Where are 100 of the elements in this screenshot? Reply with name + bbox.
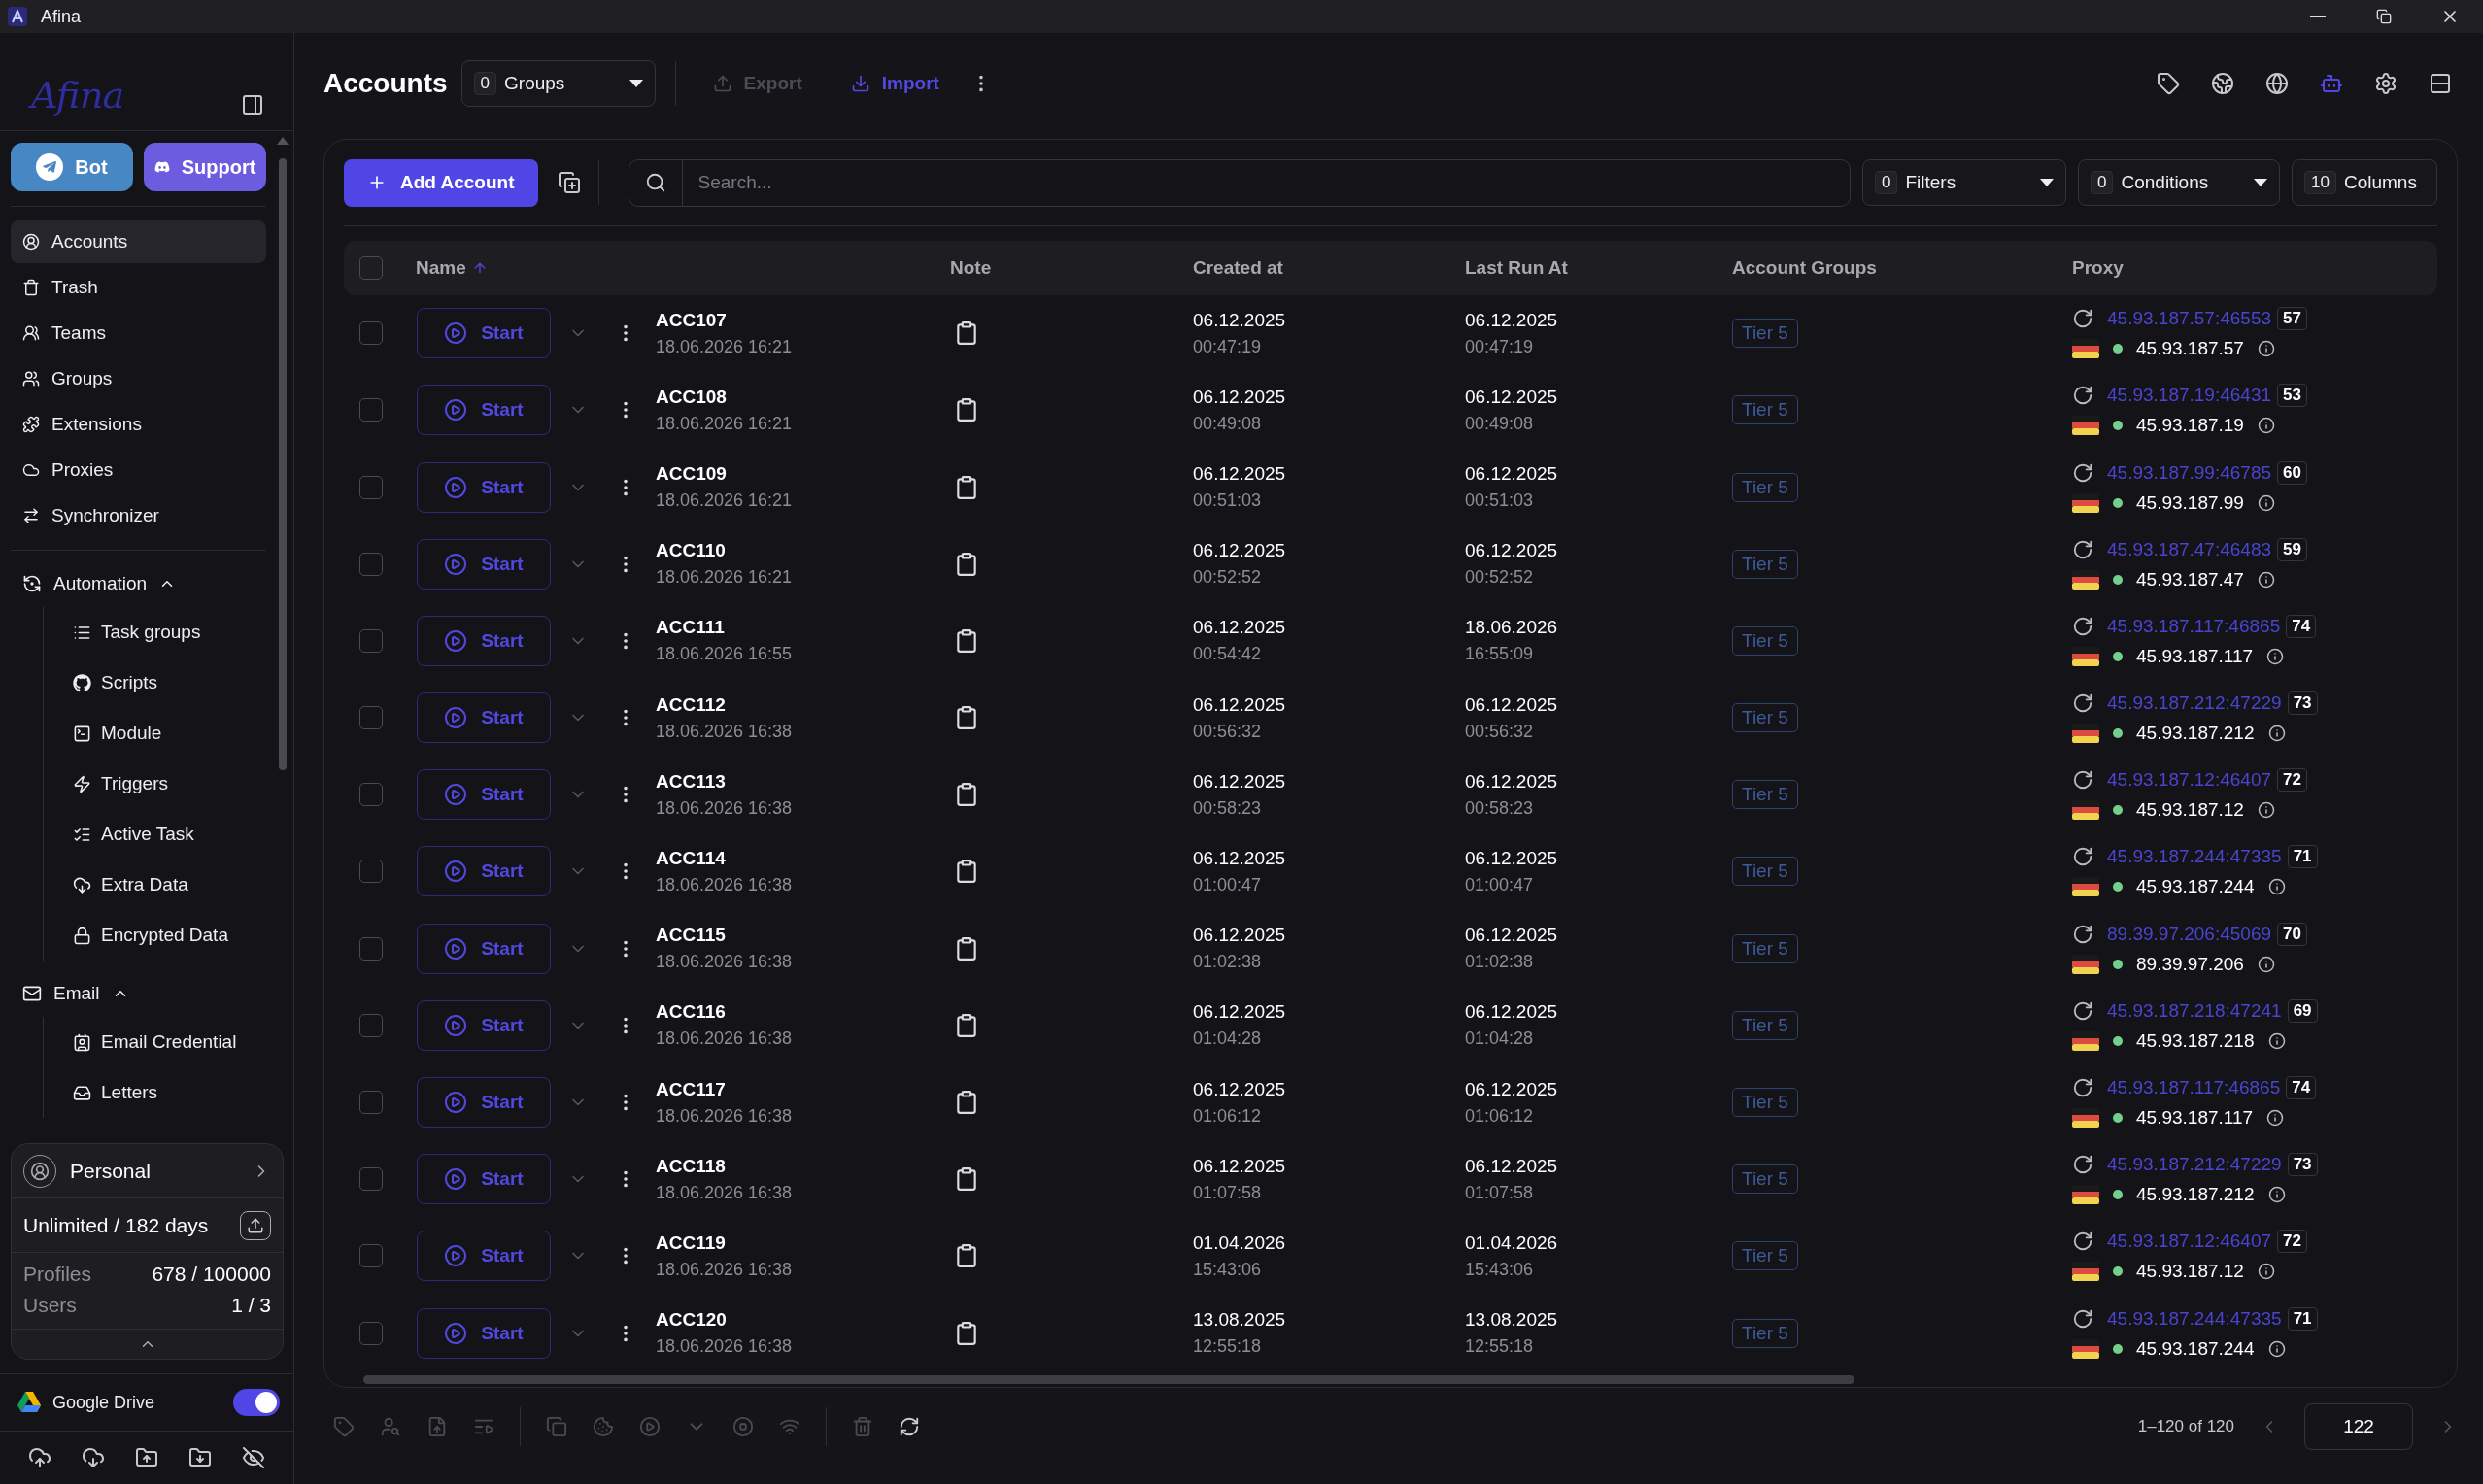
clipboard-icon[interactable] — [954, 705, 979, 731]
upgrade-button[interactable] — [240, 1210, 271, 1240]
panel-toggle-icon[interactable] — [241, 93, 264, 117]
info-icon[interactable] — [2257, 801, 2275, 820]
clipboard-icon[interactable] — [954, 1090, 979, 1115]
refresh-icon[interactable] — [2072, 999, 2093, 1022]
refresh-icon[interactable] — [2072, 846, 2093, 868]
column-header[interactable]: Name — [416, 256, 488, 279]
refresh-icon[interactable] — [2072, 461, 2093, 484]
plan-selector[interactable]: Personal — [12, 1144, 283, 1198]
refresh-icon[interactable] — [2072, 692, 2093, 715]
column-header[interactable]: Proxy — [2072, 256, 2124, 279]
refresh-icon[interactable] — [2072, 923, 2093, 945]
clipboard-icon[interactable] — [954, 627, 979, 654]
column-header[interactable]: Account Groups — [1732, 256, 1877, 279]
refresh-icon[interactable] — [2072, 1231, 2093, 1253]
row-checkbox[interactable] — [359, 936, 383, 961]
row-checkbox[interactable] — [359, 475, 383, 499]
refresh-icon[interactable] — [2072, 385, 2093, 407]
row-checkbox[interactable] — [359, 1244, 383, 1268]
folder-download-icon[interactable] — [187, 1446, 212, 1469]
row-checkbox[interactable] — [359, 398, 383, 422]
nav-item[interactable]: Scripts — [61, 658, 266, 708]
info-icon[interactable] — [2267, 1186, 2286, 1204]
add-account-button[interactable]: Add Account — [344, 158, 538, 207]
clipboard-icon[interactable] — [954, 1320, 979, 1346]
nav-section-header[interactable]: Email — [11, 970, 266, 1017]
columns-button[interactable]: 10 Columns — [2292, 159, 2437, 207]
nav-item[interactable]: Letters — [61, 1067, 266, 1118]
refresh-icon[interactable] — [899, 1416, 920, 1437]
info-icon[interactable] — [2257, 493, 2275, 512]
row-checkbox[interactable] — [359, 1091, 383, 1114]
nav-item[interactable]: Teams — [11, 312, 266, 354]
info-icon[interactable] — [2266, 1109, 2285, 1127]
clipboard-icon[interactable] — [954, 1166, 979, 1193]
clipboard-icon[interactable] — [954, 397, 979, 423]
refresh-icon[interactable] — [2072, 769, 2093, 792]
filters-dropdown[interactable]: 0 Filters — [1862, 159, 2066, 207]
clipboard-icon[interactable] — [954, 859, 979, 885]
rows-icon[interactable] — [2429, 71, 2452, 95]
info-icon[interactable] — [2257, 417, 2275, 435]
refresh-icon[interactable] — [2072, 1307, 2093, 1330]
horizontal-scrollbar[interactable] — [363, 1374, 1854, 1384]
row-checkbox[interactable] — [359, 628, 383, 653]
row-checkbox[interactable] — [359, 1013, 383, 1037]
refresh-icon[interactable] — [2072, 615, 2093, 637]
row-checkbox[interactable] — [359, 321, 383, 346]
nav-item[interactable]: Synchronizer — [11, 494, 266, 537]
google-drive-toggle[interactable] — [233, 1389, 280, 1416]
clipboard-icon[interactable] — [954, 1012, 979, 1038]
row-checkbox[interactable] — [359, 706, 383, 730]
bot-button[interactable]: Bot — [11, 143, 133, 191]
clipboard-icon[interactable] — [954, 782, 979, 808]
refresh-icon[interactable] — [2072, 538, 2093, 560]
info-icon[interactable] — [2257, 570, 2275, 589]
cloud-upload-icon[interactable] — [28, 1446, 52, 1469]
nav-item[interactable]: Extra Data — [61, 860, 266, 910]
folder-upload-icon[interactable] — [135, 1446, 158, 1469]
cloud-download-icon[interactable] — [82, 1446, 106, 1469]
column-header[interactable]: Last Run At — [1465, 256, 1568, 279]
refresh-icon[interactable] — [2072, 1154, 2093, 1176]
copy-plus-icon[interactable] — [557, 171, 581, 195]
row-checkbox[interactable] — [359, 783, 383, 807]
nav-item[interactable]: Encrypted Data — [61, 910, 266, 961]
row-checkbox[interactable] — [359, 1167, 383, 1192]
refresh-icon[interactable] — [2072, 1077, 2093, 1098]
settings-icon[interactable] — [2374, 71, 2398, 95]
nav-item[interactable]: Accounts — [11, 220, 266, 263]
clipboard-icon[interactable] — [954, 474, 979, 500]
support-button[interactable]: Support — [144, 143, 266, 191]
groups-dropdown[interactable]: 0 Groups — [460, 59, 656, 107]
nav-item[interactable]: Groups — [11, 357, 266, 400]
column-header[interactable]: Note — [950, 256, 992, 279]
info-icon[interactable] — [2267, 1339, 2286, 1358]
row-checkbox[interactable] — [359, 552, 383, 576]
info-icon[interactable] — [2266, 647, 2285, 665]
info-icon[interactable] — [2267, 878, 2286, 896]
info-icon[interactable] — [2267, 1031, 2286, 1050]
page-size-field[interactable]: 122 — [2304, 1403, 2413, 1450]
clipboard-icon[interactable] — [954, 551, 979, 577]
nav-item[interactable]: Email Credential — [61, 1017, 266, 1067]
refresh-icon[interactable] — [2072, 308, 2093, 330]
info-icon[interactable] — [2257, 1263, 2275, 1281]
clipboard-icon[interactable] — [954, 1243, 979, 1269]
nav-item[interactable]: Task groups — [61, 607, 266, 658]
row-checkbox[interactable] — [359, 1321, 383, 1345]
nav-item[interactable]: Module — [61, 708, 266, 759]
nav-item[interactable]: Trash — [11, 266, 266, 309]
info-icon[interactable] — [2257, 340, 2275, 358]
column-header[interactable]: Created at — [1193, 256, 1283, 279]
row-checkbox[interactable] — [359, 860, 383, 884]
globe-icon[interactable] — [2265, 71, 2289, 95]
clipboard-icon[interactable] — [954, 320, 979, 347]
nav-item[interactable]: Proxies — [11, 449, 266, 491]
info-icon[interactable] — [2267, 725, 2286, 743]
clipboard-icon[interactable] — [954, 935, 979, 961]
conditions-dropdown[interactable]: 0 Conditions — [2078, 159, 2280, 207]
scroll-up-arrow-icon[interactable] — [277, 137, 289, 145]
nav-item[interactable]: Active Task — [61, 809, 266, 860]
eye-off-icon[interactable] — [241, 1446, 265, 1469]
